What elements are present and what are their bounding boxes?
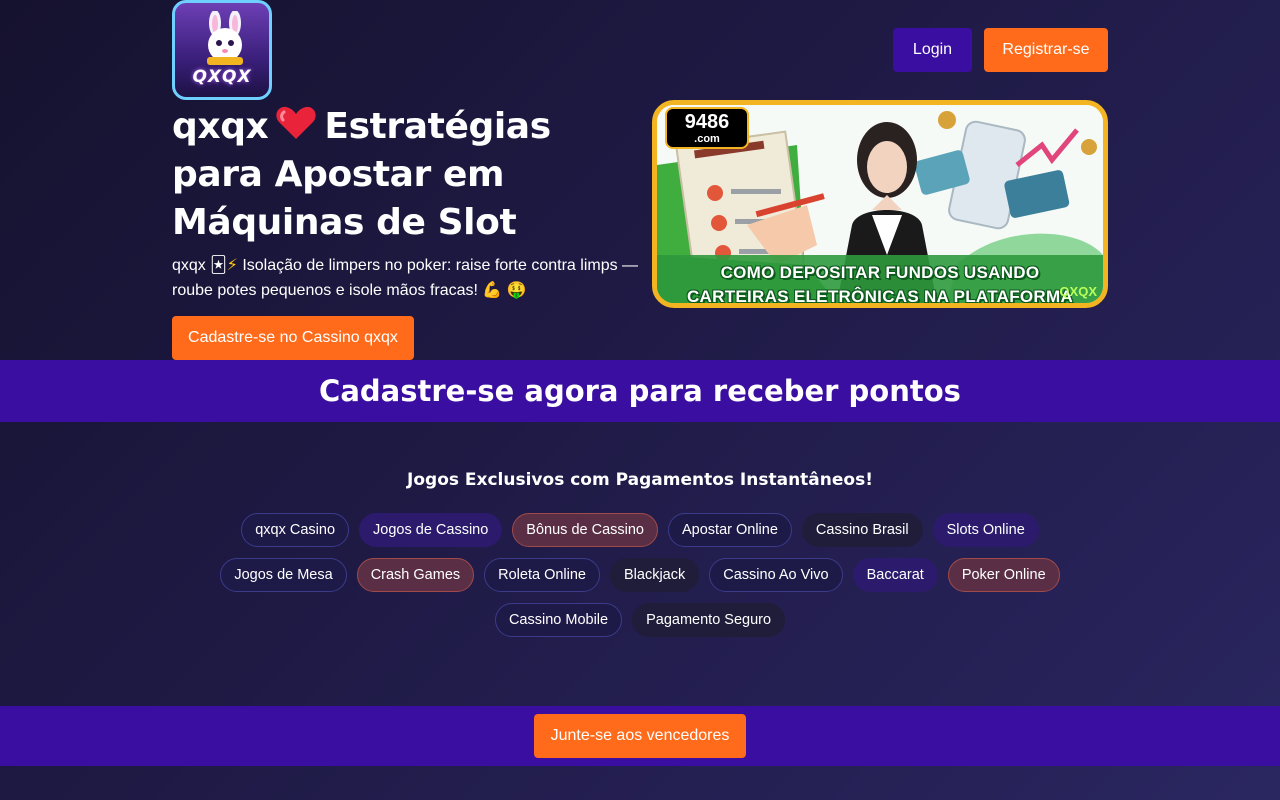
playing-card-icon: 🃏 — [210, 255, 227, 274]
tag-cassino-mobile[interactable]: Cassino Mobile — [494, 603, 623, 637]
banner-brand-badge: 9486 .com — [665, 107, 749, 149]
tag-cassino-brasil[interactable]: Cassino Brasil — [801, 513, 923, 547]
bunny-mascot-icon — [207, 11, 243, 65]
hero-subtitle-text: Isolação de limpers no poker: raise fort… — [172, 257, 639, 299]
games-section-title: Jogos Exclusivos com Pagamentos Instantâ… — [407, 470, 873, 490]
login-button[interactable]: Login — [893, 28, 972, 72]
banner-caption-line-1: COMO DEPOSITAR FUNDOS USANDO — [720, 263, 1040, 282]
banner-caption-line-2: CARTEIRAS ELETRÔNICAS NA PLATAFORMA — [686, 287, 1074, 306]
tag-roleta-online[interactable]: Roleta Online — [484, 558, 600, 592]
banner-brand-domain: .com — [694, 133, 720, 145]
flexed-biceps-icon: 💪 — [482, 280, 503, 299]
tag-slots-online[interactable]: Slots Online — [932, 513, 1039, 547]
logo-text: QXQX — [192, 67, 252, 87]
tag-blackjack[interactable]: Blackjack — [610, 558, 700, 592]
tag-cassino-ao-vivo[interactable]: Cassino Ao Vivo — [709, 558, 843, 592]
tag-poker-online[interactable]: Poker Online — [947, 558, 1060, 592]
money-face-icon: 🤑 — [506, 280, 527, 299]
promo-heading: Cadastre-se agora para receber pontos — [319, 374, 961, 408]
game-tags: qxqx Casino Jogos de Cassino Bônus de Ca… — [190, 513, 1090, 637]
site-logo[interactable]: QXQX — [172, 0, 272, 100]
page-title-brand: qxqx — [172, 106, 269, 147]
lightning-icon: ⚡ — [226, 255, 238, 274]
banner-watermark: QXQX — [1059, 284, 1097, 299]
tag-jogos-de-cassino[interactable]: Jogos de Cassino — [359, 513, 503, 547]
tag-baccarat[interactable]: Baccarat — [852, 558, 938, 592]
tag-qxqx-casino[interactable]: qxqx Casino — [241, 513, 350, 547]
tag-jogos-de-mesa[interactable]: Jogos de Mesa — [220, 558, 347, 592]
tag-pagamento-seguro[interactable]: Pagamento Seguro — [632, 603, 786, 637]
tag-apostar-online[interactable]: Apostar Online — [667, 513, 792, 547]
tag-bonus-de-cassino[interactable]: Bônus de Cassino — [512, 513, 658, 547]
register-button[interactable]: Registrar-se — [984, 28, 1108, 72]
promo-banner-image: 9486 .com COMO DEPOSITAR FUNDOS USANDO C… — [652, 100, 1108, 308]
heart-icon — [276, 106, 317, 139]
casino-signup-button[interactable]: Cadastre-se no Cassino qxqx — [172, 316, 414, 360]
join-winners-button[interactable]: Junte-se aos vencedores — [534, 714, 746, 758]
hero-subtitle-brand: qxqx — [172, 257, 206, 274]
hero-subtitle: qxqx 🃏⚡ Isolação de limpers no poker: ra… — [172, 253, 642, 303]
promo-strip: Cadastre-se agora para receber pontos — [0, 360, 1280, 422]
banner-brand-number: 9486 — [684, 111, 730, 133]
tag-crash-games[interactable]: Crash Games — [356, 558, 475, 592]
site-header: QXQX Login Registrar-se — [172, 0, 1108, 100]
page-title: qxqx Estratégias para Apostar em Máquinas… — [172, 103, 642, 247]
